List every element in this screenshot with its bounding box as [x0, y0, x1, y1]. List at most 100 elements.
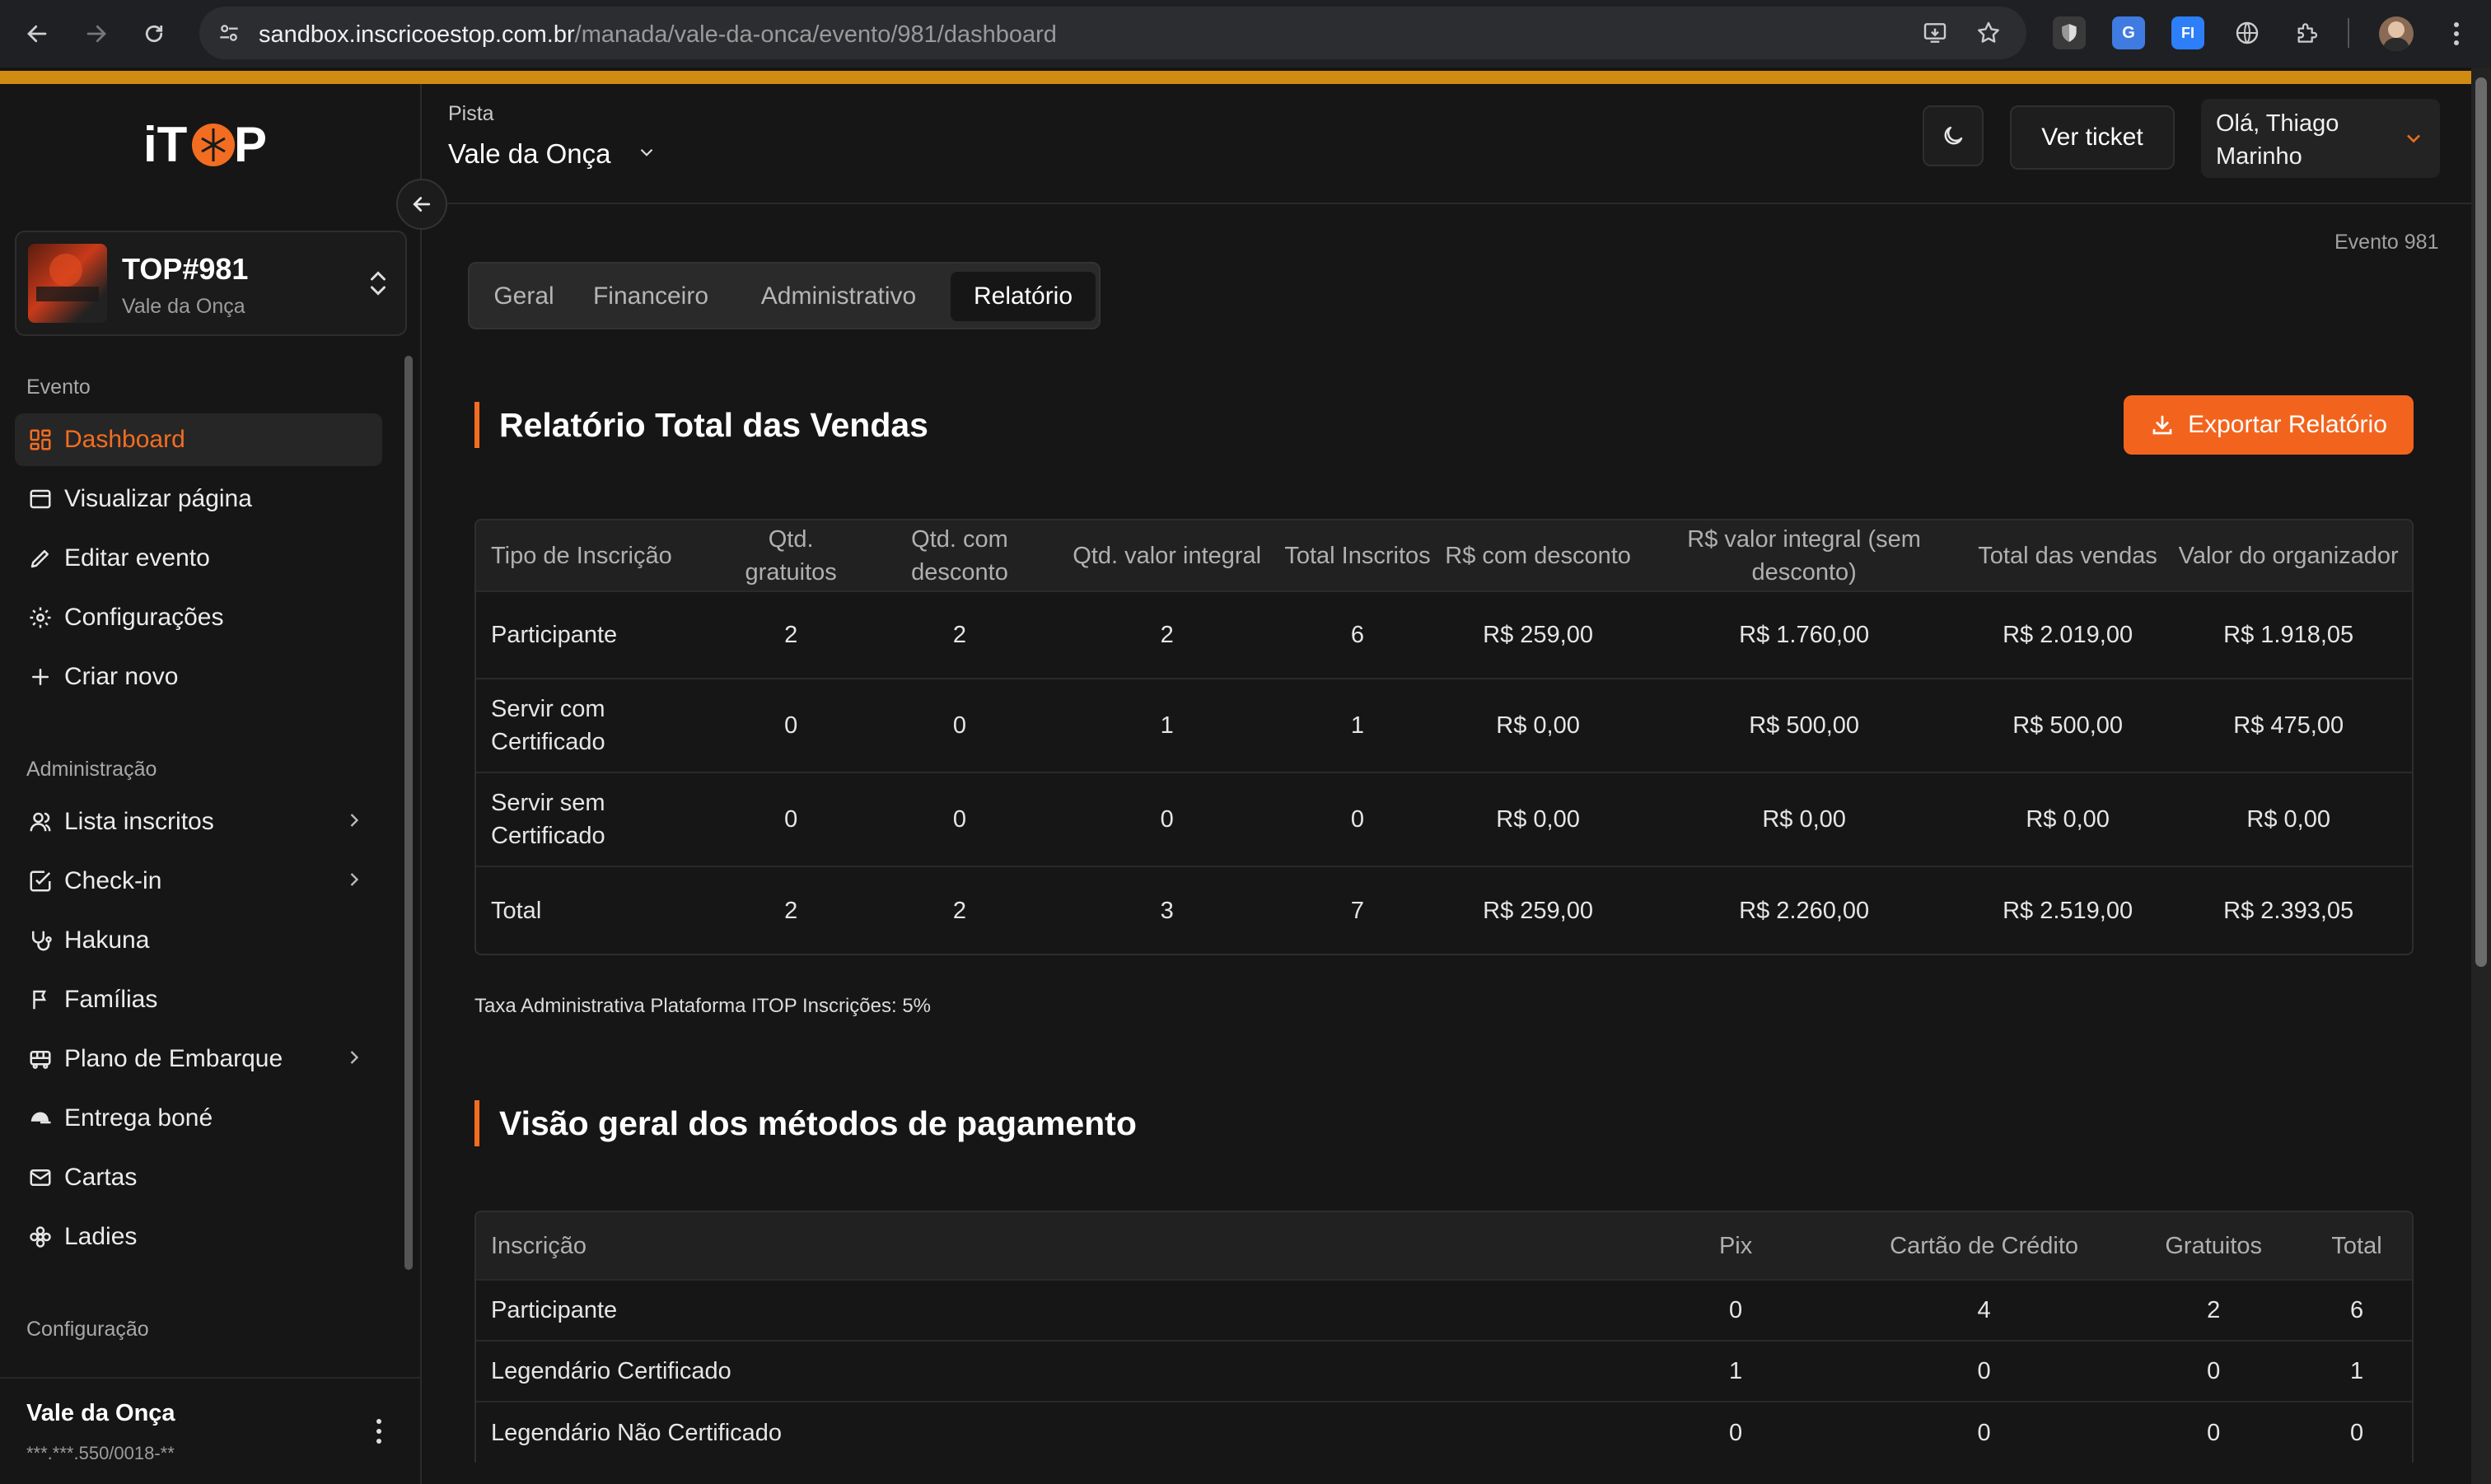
- table-cell: R$ 500,00: [1970, 678, 2166, 772]
- evento-tag: Evento 981: [2334, 231, 2439, 254]
- chevron-right-icon: [343, 809, 366, 838]
- sidebar-item-hakuna[interactable]: Hakuna: [15, 914, 382, 967]
- ver-ticket-button[interactable]: Ver ticket: [2010, 105, 2175, 170]
- puzzle-extensions-icon[interactable]: [2290, 16, 2323, 49]
- organization-name: Vale da Onça: [26, 1400, 175, 1426]
- translate-extension-icon[interactable]: G: [2112, 16, 2145, 49]
- users-icon: [26, 808, 54, 836]
- itop-logo[interactable]: iT P: [140, 114, 280, 172]
- sidebar-item-label: Cartas: [64, 1164, 138, 1191]
- table-row: Servir com Certificado 0 0 1 1 R$ 0,00 R…: [476, 678, 2412, 772]
- plus-icon: [26, 663, 54, 691]
- collapse-sidebar-button[interactable]: [396, 179, 447, 230]
- table-cell: 0: [1277, 772, 1438, 866]
- table-cell: R$ 0,00: [1437, 772, 1638, 866]
- event-title: TOP#981: [122, 252, 249, 286]
- table-row: Legendário Não Certificado 0 0 0 0: [476, 1401, 2412, 1463]
- dashboard-tabs: Geral Financeiro Administrativo Relatóri…: [468, 262, 1101, 329]
- table-cell: 2: [1057, 590, 1278, 679]
- table-cell: R$ 0,00: [1638, 772, 1970, 866]
- reload-icon[interactable]: [137, 16, 171, 51]
- column-header: Cartão de Crédito: [1842, 1212, 2126, 1280]
- sidebar-item-editar-evento[interactable]: Editar evento: [15, 532, 382, 585]
- sales-table: Tipo de Inscrição Qtd. gratuitos Qtd. co…: [474, 519, 2414, 955]
- section-label-configuracao: Configuração: [26, 1318, 149, 1341]
- user-menu[interactable]: Olá, Thiago Marinho: [2201, 99, 2440, 178]
- column-header: Total Inscritos: [1277, 520, 1438, 591]
- pista-label: Pista: [448, 102, 494, 125]
- sidebar-item-check-in[interactable]: Check-in: [15, 855, 382, 908]
- sidebar-footer[interactable]: Vale da Onça ***.***.550/0018-**: [0, 1377, 420, 1484]
- arrow-left-icon: [413, 197, 431, 212]
- fi-extension-icon[interactable]: FI: [2171, 16, 2204, 49]
- table-cell: 0: [1842, 1401, 2126, 1463]
- shield-extension-icon[interactable]: [2053, 16, 2086, 49]
- bus-icon: [26, 1045, 54, 1073]
- table-row: Servir sem Certificado 0 0 0 0 R$ 0,00 R…: [476, 772, 2412, 866]
- table-cell: R$ 2.260,00: [1638, 866, 1970, 954]
- table-header-row: Tipo de Inscrição Qtd. gratuitos Qtd. co…: [476, 520, 2412, 591]
- table-cell: 6: [2302, 1279, 2412, 1341]
- more-vertical-icon[interactable]: [366, 1412, 392, 1451]
- table-cell: 0: [1842, 1340, 2126, 1402]
- theme-toggle-button[interactable]: [1923, 105, 1984, 166]
- sidebar-scrollbar-thumb[interactable]: [404, 356, 413, 1270]
- tab-administrativo[interactable]: Administrativo: [733, 272, 944, 321]
- browser-menu-icon[interactable]: [2440, 16, 2473, 51]
- sidebar-item-label: Configurações: [64, 604, 224, 631]
- address-bar[interactable]: sandbox.inscricoestop.com.br/manada/vale…: [199, 7, 2026, 59]
- event-switcher[interactable]: TOP#981 Vale da Onça: [15, 231, 407, 336]
- table-cell: R$ 0,00: [1437, 678, 1638, 772]
- back-arrow-icon[interactable]: [20, 16, 54, 51]
- globe-extension-icon[interactable]: [2231, 16, 2264, 49]
- tab-relatorio[interactable]: Relatório: [951, 272, 1096, 321]
- table-cell: Legendário Certificado: [476, 1340, 1629, 1402]
- table-cell: 0: [1629, 1401, 1843, 1463]
- toolbar-divider: [2348, 18, 2349, 48]
- table-cell: 4: [1842, 1279, 2126, 1341]
- chevrons-up-down-icon[interactable]: [366, 267, 390, 304]
- table-cell: 7: [1277, 866, 1438, 954]
- sidebar-item-label: Ladies: [64, 1223, 138, 1250]
- scrollbar-thumb[interactable]: [2475, 77, 2487, 967]
- sidebar-item-configuracoes[interactable]: Configurações: [15, 591, 382, 644]
- column-header: Pix: [1629, 1212, 1843, 1280]
- sidebar-item-familias[interactable]: Famílias: [15, 973, 382, 1026]
- page-scrollbar[interactable]: [2471, 68, 2491, 1484]
- column-header: Inscrição: [476, 1212, 1629, 1280]
- tab-financeiro[interactable]: Financeiro: [575, 272, 727, 321]
- table-cell: Participante: [476, 590, 720, 679]
- chevron-down-icon: [2402, 127, 2425, 154]
- table-cell: 0: [2125, 1340, 2302, 1402]
- site-settings-icon[interactable]: [216, 20, 242, 50]
- table-cell: R$ 500,00: [1638, 678, 1970, 772]
- sidebar-item-plano-de-embarque[interactable]: Plano de Embarque: [15, 1033, 382, 1085]
- tab-geral[interactable]: Geral: [481, 272, 567, 321]
- bookmark-star-icon[interactable]: [1975, 20, 2002, 50]
- sidebar-item-ladies[interactable]: Ladies: [15, 1211, 382, 1263]
- pista-select[interactable]: Vale da Onça: [448, 138, 657, 170]
- moon-icon: [1944, 126, 1963, 145]
- mail-icon: [26, 1164, 54, 1192]
- table-cell: 0: [1057, 772, 1278, 866]
- download-icon: [2152, 415, 2172, 435]
- sidebar-item-criar-novo[interactable]: Criar novo: [15, 651, 382, 703]
- table-row: Participante 2 2 2 6 R$ 259,00 R$ 1.760,…: [476, 590, 2412, 679]
- sidebar-item-lista-inscritos[interactable]: Lista inscritos: [15, 796, 382, 848]
- table-cell: 0: [719, 678, 862, 772]
- browser-window-icon: [26, 485, 54, 513]
- table-cell: R$ 259,00: [1437, 866, 1638, 954]
- sidebar-item-visualizar-pagina[interactable]: Visualizar página: [15, 473, 382, 525]
- table-cell: 1: [2302, 1340, 2412, 1402]
- install-app-icon[interactable]: [1921, 20, 1949, 50]
- table-cell: R$ 1.918,05: [2165, 590, 2412, 679]
- forward-arrow-icon[interactable]: [79, 16, 114, 51]
- top-header: Pista Vale da Onça Ver ticket Olá, Thiag…: [422, 84, 2471, 204]
- profile-avatar[interactable]: [2379, 16, 2414, 51]
- sidebar-scrollbar[interactable]: [402, 349, 415, 1375]
- sidebar-item-entrega-bone[interactable]: Entrega boné: [15, 1092, 382, 1145]
- admin-fee-note: Taxa Administrativa Plataforma ITOP Insc…: [474, 995, 932, 1017]
- sidebar-item-dashboard[interactable]: Dashboard: [15, 413, 382, 466]
- sidebar-item-cartas[interactable]: Cartas: [15, 1151, 382, 1204]
- export-report-button[interactable]: Exportar Relatório: [2124, 395, 2414, 455]
